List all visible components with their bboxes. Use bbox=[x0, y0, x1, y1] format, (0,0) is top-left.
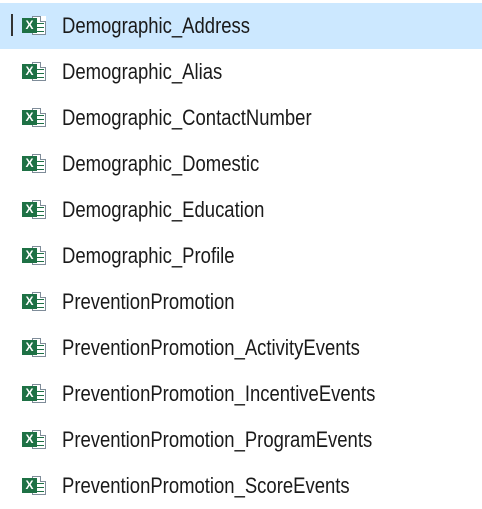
file-name: Demographic_Address bbox=[62, 13, 250, 38]
excel-file-icon: X bbox=[22, 245, 48, 267]
file-item[interactable]: X Demographic_Alias bbox=[0, 49, 482, 95]
excel-file-icon: X bbox=[22, 107, 48, 129]
file-name: Demographic_Domestic bbox=[62, 151, 260, 176]
excel-file-icon: X bbox=[22, 15, 48, 37]
file-name: Demographic_ContactNumber bbox=[62, 105, 312, 130]
file-item[interactable]: X Demographic_ContactNumber bbox=[0, 95, 482, 141]
text-cursor bbox=[11, 14, 13, 36]
file-name: Demographic_Profile bbox=[62, 243, 235, 268]
file-item[interactable]: X Demographic_Profile bbox=[0, 233, 482, 279]
file-item[interactable]: X PreventionPromotion_IncentiveEvents bbox=[0, 371, 482, 417]
excel-file-icon: X bbox=[22, 475, 48, 497]
file-item[interactable]: X PreventionPromotion_ScoreEvents bbox=[0, 463, 482, 509]
file-name: Demographic_Education bbox=[62, 197, 265, 222]
excel-file-icon: X bbox=[22, 337, 48, 359]
file-name: PreventionPromotion_ProgramEvents bbox=[62, 427, 373, 452]
excel-file-icon: X bbox=[22, 291, 48, 313]
excel-file-icon: X bbox=[22, 383, 48, 405]
file-item[interactable]: X Demographic_Education bbox=[0, 187, 482, 233]
excel-file-icon: X bbox=[22, 153, 48, 175]
file-item[interactable]: X Demographic_Domestic bbox=[0, 141, 482, 187]
file-item[interactable]: X PreventionPromotion bbox=[0, 279, 482, 325]
file-name: PreventionPromotion bbox=[62, 289, 235, 314]
file-name: Demographic_Alias bbox=[62, 59, 223, 84]
excel-file-icon: X bbox=[22, 61, 48, 83]
file-name: PreventionPromotion_ScoreEvents bbox=[62, 473, 350, 498]
excel-file-icon: X bbox=[22, 199, 48, 221]
file-item[interactable]: X PreventionPromotion_ActivityEvents bbox=[0, 325, 482, 371]
file-list: X Demographic_Address X Demographic_Alia… bbox=[0, 0, 482, 509]
file-item[interactable]: X Demographic_Address bbox=[0, 3, 482, 49]
file-name: PreventionPromotion_IncentiveEvents bbox=[62, 381, 376, 406]
file-name: PreventionPromotion_ActivityEvents bbox=[62, 335, 360, 360]
excel-file-icon: X bbox=[22, 429, 48, 451]
file-item[interactable]: X PreventionPromotion_ProgramEvents bbox=[0, 417, 482, 463]
